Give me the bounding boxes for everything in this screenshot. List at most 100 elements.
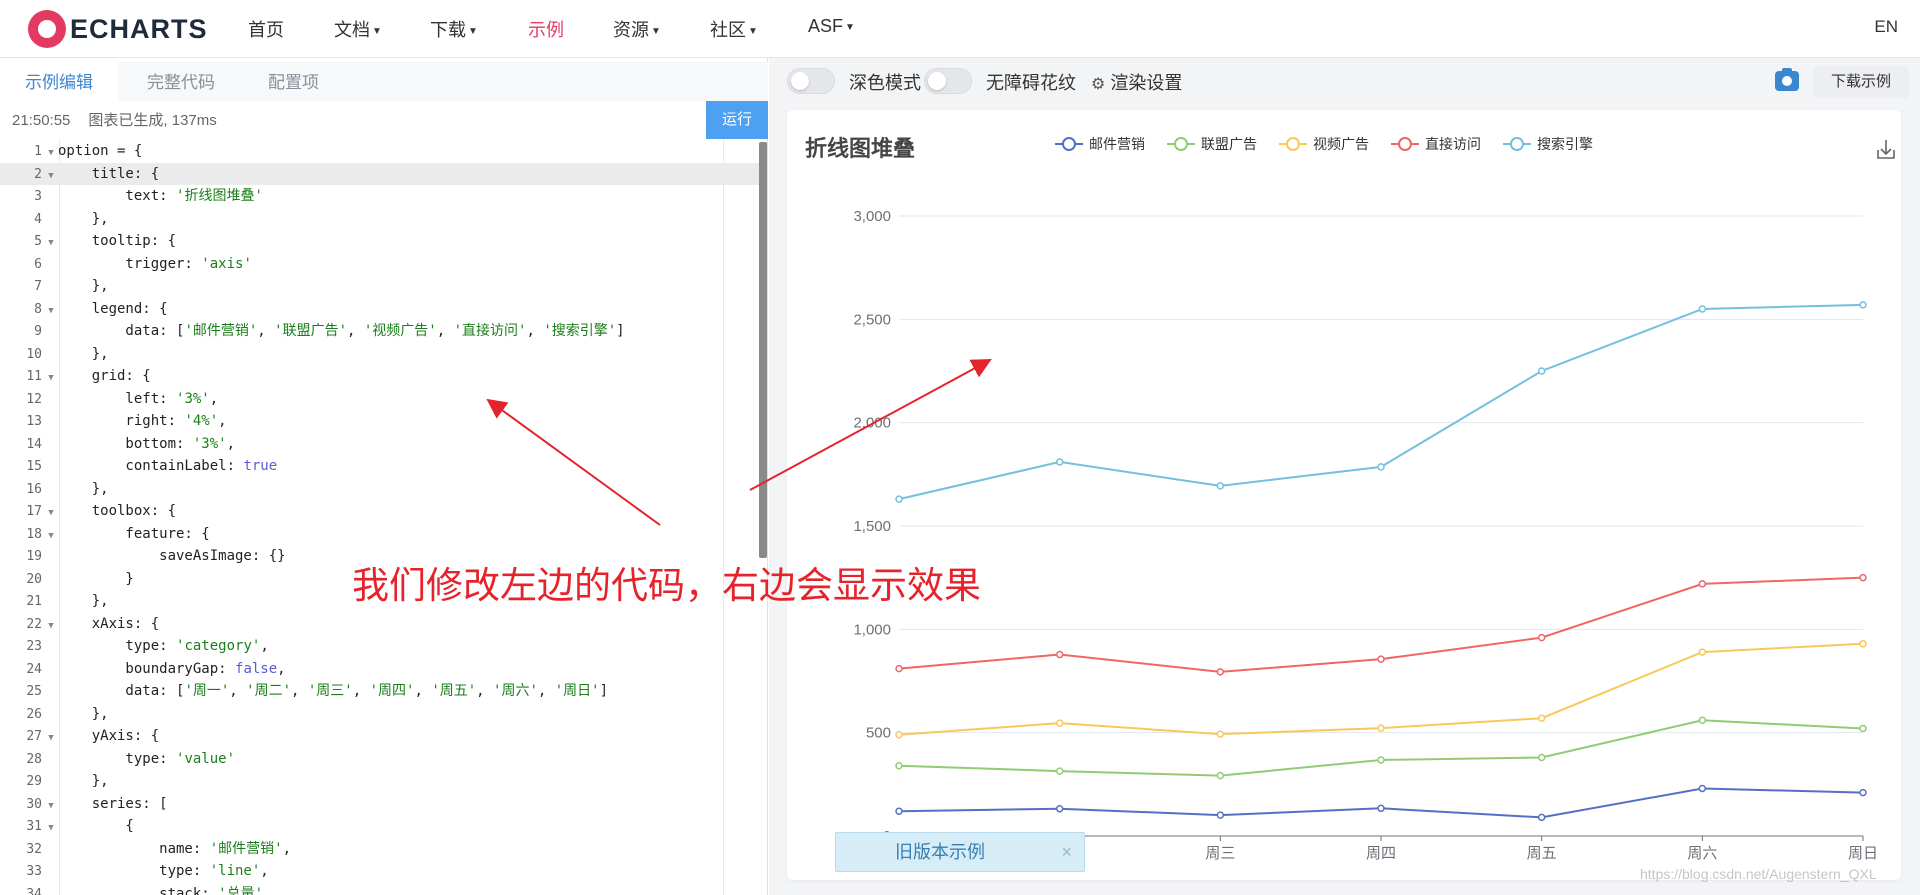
legend-item-1[interactable]: 联盟广告 [1167,137,1257,153]
data-point [1055,719,1064,727]
editor-panel: 示例编辑 完整代码 配置项 21:50:55 图表已生成, 137ms 运行 1 ▼… [0,58,768,895]
tab-example-edit[interactable]: 示例编辑 [0,62,118,104]
data-point [1055,650,1064,659]
legend-item-2[interactable]: 视频广告 [1279,137,1369,153]
code-text: legend: { [58,300,168,317]
language-switch[interactable]: EN [1874,17,1898,37]
code-line: 10 }, [0,343,760,366]
caret-down-icon: ▼ [372,25,382,37]
fold-arrow-icon[interactable]: ▼ [44,232,58,255]
fold-arrow-icon[interactable]: ▼ [44,817,58,840]
close-icon[interactable]: × [1061,833,1072,871]
line-number: 28 [26,751,42,767]
data-point [1698,784,1707,793]
svg-text:直接访问: 直接访问 [1425,136,1481,153]
code-text: bottom: '3%', [58,435,236,452]
caret-down-icon: ▼ [845,21,855,33]
fold-arrow-icon[interactable]: ▼ [44,502,58,525]
line-number: 17 [26,504,42,519]
status-message: 图表已生成, 137ms [88,112,217,129]
code-line: 5 ▼ tooltip: { [0,230,760,253]
nav-item-2[interactable]: 下载 ▼ [430,16,478,42]
nav-item-1[interactable]: 文档 ▼ [334,16,382,42]
gear-icon: ⚙ [1091,76,1106,93]
code-text: option = { [58,143,143,159]
code-line: 34 stack: '总量', [0,883,760,895]
legend-item-3[interactable]: 直接访问 [1391,136,1481,153]
caret-down-icon: ▼ [468,25,478,37]
chart-card: 折线图堆叠05001,0001,5002,0002,5003,000周一周二周三… [787,110,1901,880]
line-number: 18 [26,526,42,542]
tab-full-code[interactable]: 完整代码 [147,62,215,104]
nav-item-label: 社区 [710,20,746,40]
fold-arrow-icon[interactable]: ▼ [44,165,58,188]
line-number: 5 [34,234,42,249]
code-line: 23 type: 'category', [0,635,760,658]
line-number: 10 [26,346,42,362]
data-point [1537,753,1546,762]
svg-text:邮件营销: 邮件营销 [1089,137,1145,153]
legend-item-0[interactable]: 邮件营销 [1055,137,1145,153]
code-text: { [58,818,134,834]
fold-arrow-icon[interactable]: ▼ [44,300,58,323]
data-point [1537,367,1546,375]
line-number: 25 [26,684,42,699]
nav-item-5[interactable]: 社区 ▼ [710,16,758,42]
nav-item-label: 示例 [528,20,564,40]
svg-text:搜索引擎: 搜索引擎 [1537,136,1593,153]
code-text: }, [58,278,109,294]
code-line: 33 type: 'line', [0,860,760,883]
run-button[interactable]: 运行 [706,101,768,139]
code-text: title: { [58,165,160,182]
line-number: 11 [26,369,42,384]
code-text: series: [ [58,795,168,812]
code-line: 25 data: ['周一', '周二', '周三', '周四', '周五', … [0,680,760,703]
data-point [1216,811,1225,819]
y-tick-label: 3,000 [853,208,891,225]
nav-item-3[interactable]: 示例 [528,16,564,42]
decal-toggle[interactable] [924,68,972,94]
data-point [895,495,903,503]
y-tick-label: 2,500 [853,311,891,328]
nav-item-0[interactable]: 首页 [248,16,284,42]
nav-item-4[interactable]: 资源 ▼ [613,16,661,42]
nav-item-label: ASF [808,16,844,36]
data-point [895,761,903,770]
fold-arrow-icon[interactable]: ▼ [44,615,58,638]
line-number: 34 [26,886,42,895]
camera-icon[interactable] [1775,68,1799,91]
fold-arrow-icon[interactable]: ▼ [44,795,58,818]
line-number: 13 [26,414,42,429]
line-number: 2 [34,166,42,182]
dark-mode-toggle[interactable] [787,68,835,94]
nav-item-6[interactable]: ASF ▼ [808,16,855,37]
data-point [1377,804,1385,813]
code-line: 3 text: '折线图堆叠' [0,185,760,208]
data-point [1216,668,1225,676]
data-point [1537,714,1546,722]
download-example-button[interactable]: 下载示例 [1813,66,1909,98]
code-editor[interactable]: 1 ▼ option = {2 ▼ title: {3 text: '折线图堆叠' 4 … [0,140,760,895]
editor-scrollbar[interactable] [759,142,767,558]
status-time: 21:50:55 [12,112,71,129]
y-tick-label: 1,000 [853,621,891,638]
x-tick-label: 周四 [1366,844,1396,862]
line-number: 1 [34,144,42,159]
fold-arrow-icon[interactable]: ▼ [44,142,58,165]
fold-arrow-icon[interactable]: ▼ [44,525,58,548]
render-settings[interactable]: ⚙ 渲染设置 [1091,69,1182,95]
fold-arrow-icon[interactable]: ▼ [44,727,58,750]
code-line: 26 }, [0,703,760,726]
data-point [1216,771,1225,780]
svg-text:视频广告: 视频广告 [1313,137,1369,153]
save-image-icon[interactable] [1877,140,1895,159]
chart-title: 折线图堆叠 [805,136,915,161]
tab-config[interactable]: 配置项 [268,62,319,104]
legend-item-4[interactable]: 搜索引擎 [1503,136,1593,153]
code-line: 31 ▼ { [0,815,760,838]
echarts-logo[interactable]: ECHARTS [28,7,208,51]
line-chart: 折线图堆叠05001,0001,5002,0002,5003,000周一周二周三… [805,136,1895,862]
old-version-banner[interactable]: 旧版本示例 × [835,832,1085,872]
fold-arrow-icon[interactable]: ▼ [44,367,58,390]
status-bar: 21:50:55 图表已生成, 137ms [0,102,706,140]
